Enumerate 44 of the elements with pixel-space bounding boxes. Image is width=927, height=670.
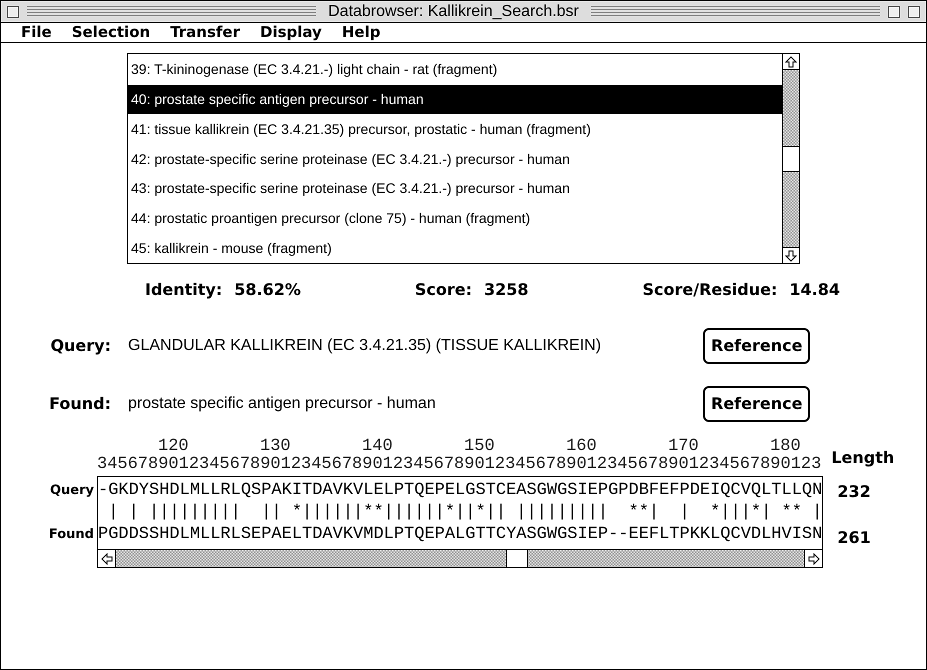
sequence-text: PGDDSSHDLMLLRLSEPAELTDAVKVMDLPTQEPALGTTCYASGWGSIEP--EEFLTPKKLQCVDLHVISN [98, 526, 822, 544]
list-item[interactable]: 44: prostatic proantigen precursor (clone 75) - human (fragment) [128, 204, 782, 234]
horizontal-scrollbar[interactable] [98, 549, 822, 567]
stat-value: 3258 [484, 279, 529, 301]
ruler-tens: 120 130 140 150 160 170 180 [157, 438, 801, 456]
sequence-label: Query [48, 483, 94, 499]
menu-item[interactable]: Selection [72, 21, 150, 44]
sequence-length: 261 [836, 527, 872, 549]
scroll-thumb[interactable] [783, 146, 799, 172]
down-arrow-icon[interactable] [783, 247, 799, 263]
vertical-scrollbar[interactable] [782, 54, 799, 263]
stat-value: 58.62% [234, 279, 301, 301]
collapse-box[interactable] [908, 6, 920, 18]
field-label: Found: [48, 393, 111, 415]
stat-label: Identity: [145, 279, 222, 301]
menu-item[interactable]: Display [260, 21, 322, 44]
menu-item[interactable]: File [21, 21, 52, 44]
list-item[interactable]: 41: tissue kallikrein (EC 3.4.21.35) precursor, prostatic - human (fragment) [128, 114, 782, 144]
list-item[interactable]: 43: prostate-specific serine proteinase (EC 3.4.21.-) precursor - human [128, 174, 782, 204]
sequence-text: -GKDYSHDLMLLRLQSPAKITDAVKVLELPTQEPELGSTCEASGWGSIEPGPDBFEFPDEIQCVQLTLLQN [98, 482, 822, 500]
list-item[interactable]: 39: T-kininogenase (EC 3.4.21.-) light chain - rat (fragment) [128, 55, 782, 85]
scroll-thumb[interactable] [506, 550, 528, 567]
stat-label: Score: [414, 279, 472, 301]
sequence-description: GLANDULAR KALLIKREIN (EC 3.4.21.35) (TISSUE KALLIKREIN) [127, 336, 602, 356]
ruler-units: 34567890123456789012345678901234567890123456789012345678901234567890123 [97, 456, 822, 474]
list-item[interactable]: 42: prostate-specific serine proteinase (EC 3.4.21.-) precursor - human [128, 144, 782, 174]
sequence-length: 232 [836, 481, 872, 503]
right-arrow-icon[interactable] [804, 550, 822, 567]
window-title: Databrowser: Kallikrein_Search.bsr [327, 2, 580, 22]
field-label: Query: [49, 335, 111, 357]
zoom-box[interactable] [888, 6, 900, 18]
list-item[interactable]: 40: prostate specific antigen precursor - human [128, 84, 782, 114]
reference-button[interactable]: Reference [703, 328, 810, 364]
list-item[interactable]: 45: kallikrein - mouse (fragment) [128, 233, 782, 264]
menu-item[interactable]: Help [342, 21, 380, 44]
sequence-description: prostate specific antigen precursor - human [127, 394, 437, 414]
column-header: Length [831, 447, 894, 469]
match-line: | | ||||||||| || *||||||**||||||*||*|| ||||||||| **| | *|||*| ** | [107, 504, 822, 522]
stat-label: Score/Residue: [642, 279, 778, 301]
menu-item[interactable]: Transfer [170, 21, 240, 44]
reference-button[interactable]: Reference [703, 386, 810, 422]
stat-value: 14.84 [789, 279, 840, 301]
close-box[interactable] [7, 6, 19, 18]
sequence-label: Found [48, 527, 94, 543]
